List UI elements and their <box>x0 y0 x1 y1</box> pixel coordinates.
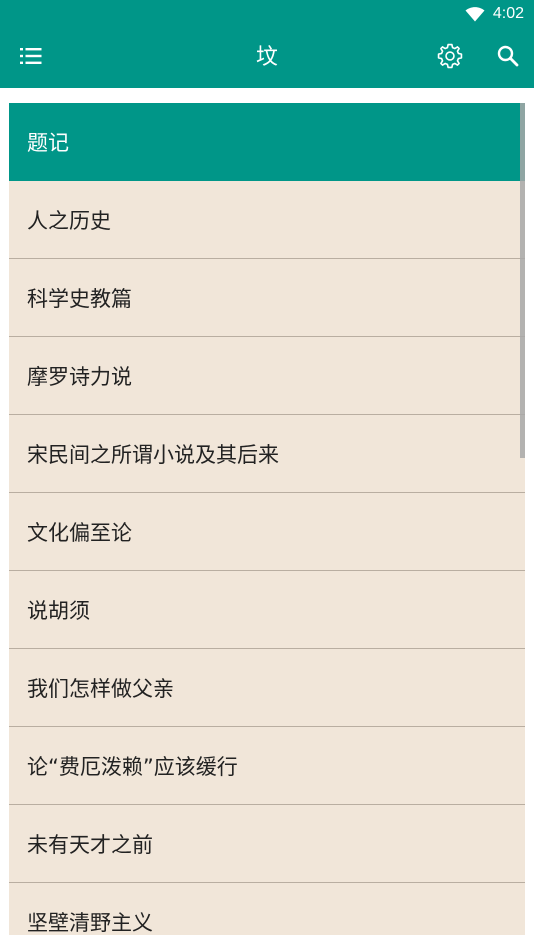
menu-button[interactable] <box>9 36 53 80</box>
status-bar: 4:02 <box>0 0 534 28</box>
chapter-item[interactable]: 人之历史 <box>9 181 525 259</box>
chapter-list-container[interactable]: 题记 人之历史 科学史教篇 摩罗诗力说 宋民间之所谓小说及其后来 文化偏至论 说… <box>9 103 525 935</box>
scrollbar-thumb[interactable] <box>520 103 525 458</box>
chapter-item[interactable]: 摩罗诗力说 <box>9 337 525 415</box>
menu-list-icon <box>19 46 43 70</box>
chapter-item[interactable]: 我们怎样做父亲 <box>9 649 525 727</box>
chapter-item[interactable]: 科学史教篇 <box>9 259 525 337</box>
chapter-item[interactable]: 论“费厄泼赖”应该缓行 <box>9 727 525 805</box>
screen: 4:02 坟 题记 人之历史 科学史教篇 摩罗诗力说 宋民间之所谓小说及其后来 … <box>0 0 534 949</box>
chapter-item[interactable]: 文化偏至论 <box>9 493 525 571</box>
settings-button[interactable] <box>428 36 472 80</box>
search-button[interactable] <box>486 36 530 80</box>
chapter-item[interactable]: 未有天才之前 <box>9 805 525 883</box>
chapter-item-active[interactable]: 题记 <box>9 103 525 181</box>
status-time: 4:02 <box>492 5 524 22</box>
chapter-item[interactable]: 宋民间之所谓小说及其后来 <box>9 415 525 493</box>
status-icons: 4:02 <box>465 4 524 24</box>
app-bar: 坟 <box>0 28 534 88</box>
chapter-item[interactable]: 坚壁清野主义 <box>9 883 525 935</box>
search-icon <box>496 44 520 72</box>
settings-gear-icon <box>436 42 464 74</box>
wifi-icon <box>465 6 485 22</box>
chapter-list: 题记 人之历史 科学史教篇 摩罗诗力说 宋民间之所谓小说及其后来 文化偏至论 说… <box>9 103 525 935</box>
chapter-item[interactable]: 说胡须 <box>9 571 525 649</box>
